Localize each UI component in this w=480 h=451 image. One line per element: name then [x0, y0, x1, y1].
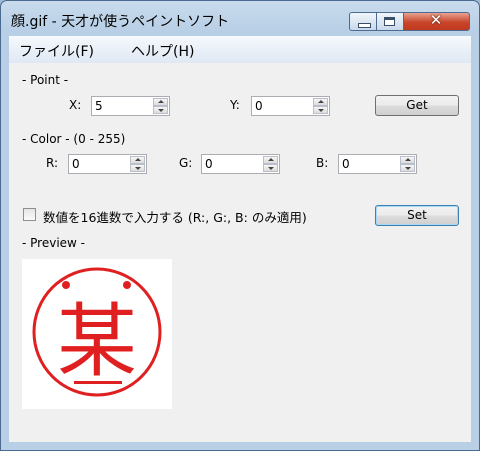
g-label: G:: [179, 156, 193, 170]
b-spin-up-icon[interactable]: [400, 156, 415, 164]
point-group-label: - Point -: [22, 73, 69, 87]
y-spinner: [313, 98, 328, 114]
preview-label: - Preview -: [22, 236, 85, 250]
title-bar[interactable]: 顔.gif - 天才が使うペイントソフト ✕: [1, 1, 479, 35]
y-stepper[interactable]: [251, 96, 330, 116]
r-input[interactable]: [70, 156, 129, 172]
menu-help[interactable]: ヘルプ(H): [131, 41, 194, 61]
hex-input-label[interactable]: 数値を16進数で入力する (R:, G:, B: のみ適用): [43, 207, 307, 226]
x-spin-up-icon[interactable]: [153, 98, 168, 106]
b-label: B:: [316, 156, 329, 170]
stamp-underline: [74, 381, 122, 384]
stamp-character: 某: [57, 295, 137, 388]
x-stepper[interactable]: [91, 96, 170, 116]
r-spinner: [130, 156, 145, 172]
g-stepper[interactable]: [201, 154, 280, 174]
get-button[interactable]: Get: [375, 95, 459, 116]
window-title: 顔.gif - 天才が使うペイントソフト: [11, 14, 230, 30]
maximize-icon: [384, 17, 395, 26]
minimize-icon: [358, 23, 371, 28]
maximize-button[interactable]: [377, 12, 404, 31]
x-input[interactable]: [93, 98, 152, 114]
b-spinner: [400, 156, 415, 172]
color-group-label: - Color - (0 - 255): [22, 132, 126, 146]
g-spin-down-icon[interactable]: [263, 164, 278, 172]
r-spin-down-icon[interactable]: [130, 164, 145, 172]
r-spin-up-icon[interactable]: [130, 156, 145, 164]
x-spinner: [153, 98, 168, 114]
preview-image: 某: [32, 267, 162, 397]
close-button[interactable]: ✕: [404, 11, 470, 31]
stamp-dot-left: [62, 281, 70, 289]
g-spinner: [263, 156, 278, 172]
x-spin-down-icon[interactable]: [153, 106, 168, 114]
hex-input-checkbox[interactable]: [23, 208, 36, 221]
app-window: 顔.gif - 天才が使うペイントソフト ✕ ファイル(F) ヘルプ(H) - …: [0, 0, 480, 451]
y-label: Y:: [230, 98, 240, 112]
minimize-button[interactable]: [349, 12, 377, 31]
menu-file[interactable]: ファイル(F): [19, 41, 94, 61]
b-input[interactable]: [340, 156, 399, 172]
g-spin-up-icon[interactable]: [263, 156, 278, 164]
x-label: X:: [69, 98, 82, 112]
y-input[interactable]: [253, 98, 312, 114]
b-stepper[interactable]: [338, 154, 417, 174]
g-input[interactable]: [203, 156, 262, 172]
preview-canvas: 某: [22, 259, 172, 409]
y-spin-down-icon[interactable]: [313, 106, 328, 114]
set-button[interactable]: Set: [375, 205, 459, 226]
r-label: R:: [46, 156, 59, 170]
stamp-dot-right: [123, 281, 131, 289]
r-stepper[interactable]: [68, 154, 147, 174]
b-spin-down-icon[interactable]: [400, 164, 415, 172]
client-area: - Point - X: Y: Get - Color - (0 - 255) …: [9, 63, 471, 442]
y-spin-up-icon[interactable]: [313, 98, 328, 106]
close-icon: ✕: [429, 11, 443, 29]
menu-bar: ファイル(F) ヘルプ(H): [9, 36, 471, 63]
